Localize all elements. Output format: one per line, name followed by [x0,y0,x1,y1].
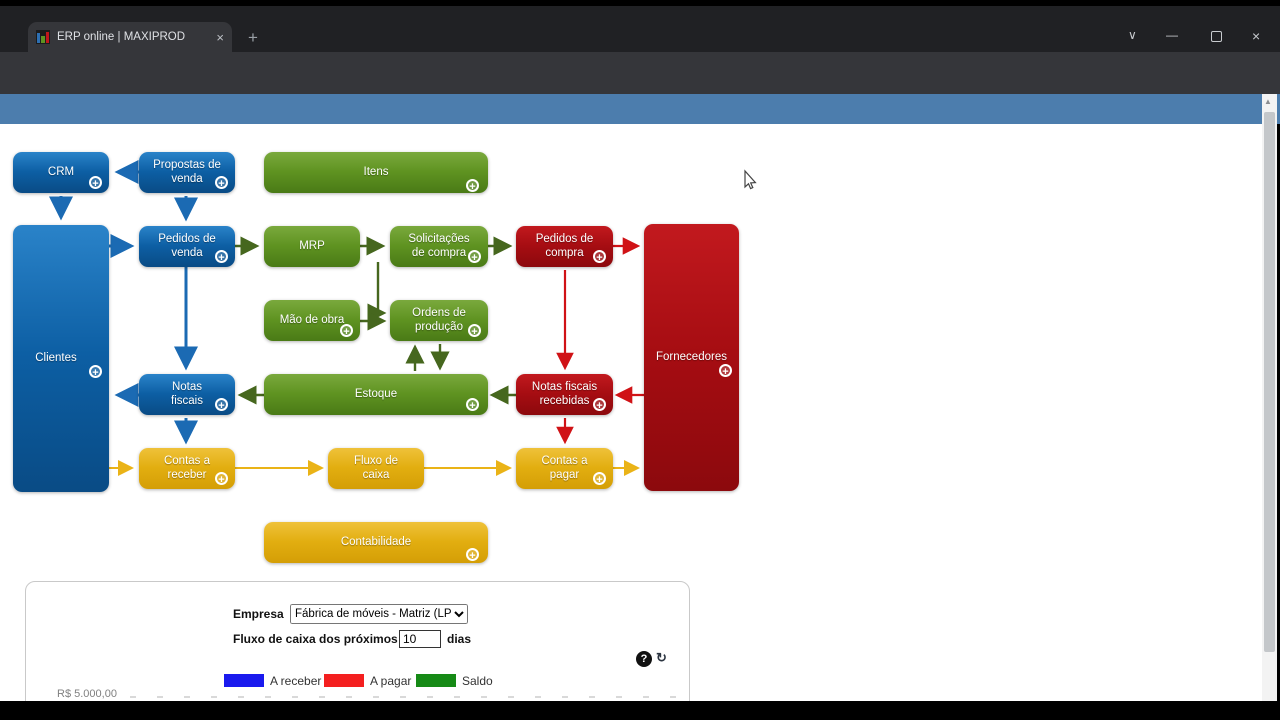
add-icon[interactable]: + [593,472,606,486]
node-crm[interactable]: CRM + [13,152,109,193]
node-mrp[interactable]: MRP [264,226,360,267]
add-icon[interactable]: + [215,176,228,190]
node-label: Fornecedores [656,350,727,363]
app-header: Sistema de gestão ERP MAXIPROD CRM▼ Vend… [0,94,1280,216]
node-notas-fiscais[interactable]: Notas fiscais + [139,374,235,415]
node-label: Propostas de venda [153,158,221,185]
legend-label-a-receber: A receber [270,674,322,688]
bottom-black-bar [0,701,1280,720]
add-icon[interactable]: + [719,363,732,378]
add-icon[interactable]: + [215,472,228,486]
legend-swatch-a-receber [224,674,264,687]
node-pedidos-de-compra[interactable]: Pedidos de compra + [516,226,613,267]
tab-close-icon[interactable]: × [216,30,224,45]
add-icon[interactable]: + [466,178,479,193]
add-icon[interactable]: + [468,250,481,264]
new-tab-button[interactable]: + [248,28,258,48]
scroll-up-icon[interactable]: ▲ [1264,97,1272,106]
add-icon[interactable]: + [466,398,479,412]
node-fornecedores[interactable]: Fornecedores + [644,224,739,491]
tab-title: ERP online | MAXIPROD [57,31,186,43]
node-label: Itens [363,165,389,178]
node-label: Contas a receber [163,454,211,481]
add-icon[interactable]: + [89,364,102,379]
legend-swatch-a-pagar [324,674,364,687]
dias-label: dias [447,632,472,646]
node-label: Mão de obra [279,313,345,326]
add-icon[interactable]: + [340,324,353,338]
node-solicitacoes-de-compra[interactable]: Solicitações de compra + [390,226,488,267]
node-label: Fluxo de caixa [353,454,399,481]
fluxo-label: Fluxo de caixa dos próximos [233,632,398,646]
scrollbar-thumb[interactable] [1264,112,1275,652]
node-label: Estoque [354,387,398,400]
window-restore-button[interactable] [1211,31,1222,42]
node-propostas-de-venda[interactable]: Propostas de venda + [139,152,235,193]
legend-swatch-saldo [416,674,456,687]
window-minimize-button[interactable]: — [1166,28,1178,42]
add-icon[interactable]: + [215,398,228,412]
node-label: Notas fiscais recebidas [531,380,598,407]
node-estoque[interactable]: Estoque + [264,374,488,415]
node-label: Pedidos de venda [158,232,216,259]
empresa-select[interactable]: Fábrica de móveis - Matriz (LP) [290,604,468,624]
empresa-label: Empresa [233,607,284,621]
node-clientes[interactable]: Clientes + [13,225,109,492]
screen: ERP online | MAXIPROD × + ∨ — × ← → ↻ si… [0,0,1280,720]
browser-toolbar: ← → ↻ sistema.maxiprod.com.br ↑ ☆ ⋮ [0,52,1280,139]
node-label: Pedidos de compra [535,232,594,259]
window-close-button[interactable]: × [1252,28,1260,44]
node-fluxo-de-caixa[interactable]: Fluxo de caixa [328,448,424,489]
node-label: Ordens de produção [412,306,466,333]
cashflow-panel [25,581,690,720]
node-ordens-de-producao[interactable]: Ordens de produção + [390,300,488,341]
node-label: CRM [47,165,75,178]
legend-label-a-pagar: A pagar [370,674,412,688]
node-itens[interactable]: Itens + [264,152,488,193]
add-icon[interactable]: + [593,398,606,412]
panel-help-icon[interactable]: ? [636,651,652,667]
node-label: Contabilidade [340,535,412,548]
node-contabilidade[interactable]: Contabilidade + [264,522,488,563]
add-icon[interactable]: + [89,176,102,190]
node-label: Contas a pagar [541,454,588,481]
node-contas-a-pagar[interactable]: Contas a pagar + [516,448,613,489]
dias-input[interactable] [399,630,441,648]
node-label: Notas fiscais [171,380,203,407]
add-icon[interactable]: + [215,250,228,264]
node-pedidos-de-venda[interactable]: Pedidos de venda + [139,226,235,267]
tab-favicon-icon [36,30,50,44]
legend-label-saldo: Saldo [462,674,493,688]
node-label: Solicitações de compra [408,232,470,259]
add-icon[interactable]: + [468,324,481,338]
add-icon[interactable]: + [466,548,479,562]
node-notas-fiscais-recebidas[interactable]: Notas fiscais recebidas + [516,374,613,415]
window-chevron-icon[interactable]: ∨ [1128,28,1137,42]
node-label: Clientes [35,351,77,364]
browser-tabstrip: ERP online | MAXIPROD × + ∨ — × [0,6,1280,52]
chart-ticks [130,696,683,698]
node-label: MRP [299,239,325,252]
refresh-icon[interactable]: ↻ [656,650,667,666]
axis-value: R$ 5.000,00 [57,688,117,700]
browser-tab[interactable]: ERP online | MAXIPROD × [28,22,232,52]
node-mao-de-obra[interactable]: Mão de obra + [264,300,360,341]
add-icon[interactable]: + [593,250,606,264]
node-contas-a-receber[interactable]: Contas a receber + [139,448,235,489]
